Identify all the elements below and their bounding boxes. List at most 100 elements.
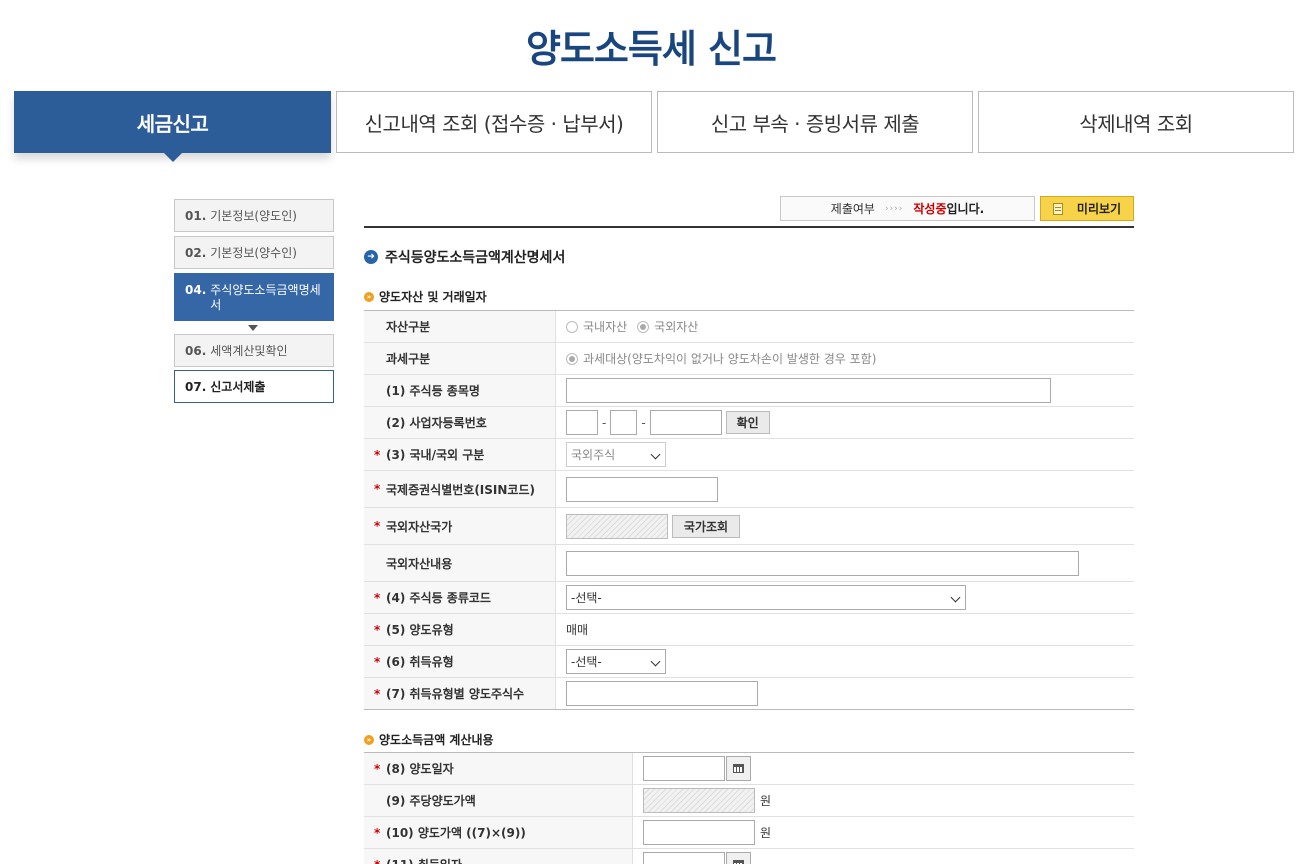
- country-input: [566, 513, 668, 539]
- row-value: [556, 545, 1134, 581]
- calc-form: * (8) 양도일자 (9) 주당양도가액 원 * (10) 양도가액 ((7)×(…: [364, 752, 1134, 864]
- submission-status: 제출여부 ›››› 작성중 입니다.: [780, 196, 1035, 221]
- row-value: [556, 375, 1134, 406]
- preview-label: 미리보기: [1076, 202, 1122, 216]
- row-label: *(11) 취득일자: [364, 849, 633, 864]
- radio-taxable[interactable]: [566, 352, 578, 365]
- row-transfer-type: * (5) 양도유형 매매: [364, 614, 1134, 646]
- row-stock-name: (1) 주식등 종목명: [364, 375, 1134, 407]
- transfer-date-input[interactable]: [643, 756, 725, 781]
- radio-label: 국외자산: [654, 320, 699, 334]
- row-tax-type: 과세구분 과세대상(양도차익이 없거나 양도차손이 발생한 경우 포함): [364, 343, 1134, 375]
- radio-label: 과세대상(양도차익이 없거나 양도차손이 발생한 경우 포함): [583, 352, 877, 366]
- row-label: * (3) 국내/국외 구분: [364, 439, 556, 470]
- dash: -: [602, 415, 607, 430]
- stock-name-input[interactable]: [566, 378, 1051, 403]
- step-label: 기본정보(양수인): [210, 246, 297, 260]
- row-content: 국외자산내용: [364, 545, 1134, 582]
- step-num: 02.: [185, 245, 207, 260]
- asset-content-input[interactable]: [566, 550, 1079, 576]
- row-value: [633, 849, 1134, 864]
- document-icon: [1052, 202, 1063, 215]
- row-acquire-type: * (6) 취득유형 -선택-: [364, 646, 1134, 678]
- stock-code-select[interactable]: -선택-: [566, 585, 966, 610]
- calendar-icon[interactable]: [726, 852, 751, 864]
- step-label: 주식양도소득금액명세서: [210, 283, 321, 312]
- domestic-select[interactable]: 국외주식: [566, 442, 666, 467]
- main-tabs: 세금신고 신고내역 조회 (접수증 · 납부서) 신고 부속 · 증빙서류 제출…: [14, 91, 1294, 162]
- step-down-arrow-icon: [248, 325, 258, 331]
- row-value: 매매: [556, 614, 1134, 645]
- chevron-circle-icon: »: [364, 291, 374, 302]
- asset-form: 자산구분 국내자산 국외자산 과세구분 과세대상(양도차익이 없거나 양도차손이…: [364, 310, 1134, 710]
- biz-no-part3-input[interactable]: [649, 410, 722, 435]
- row-label: * 국외자산국가: [364, 508, 556, 544]
- step-item-07[interactable]: 07. 신고서제출: [174, 370, 334, 403]
- radio-label: 국내자산: [583, 320, 628, 334]
- row-value: 국가조회: [556, 508, 1134, 544]
- unit-label: 원: [760, 826, 772, 840]
- radio-domestic[interactable]: [566, 320, 578, 333]
- row-value: 국외주식: [556, 439, 1134, 470]
- section-title: ➜ 주식등양도소득금액계산명세서: [364, 247, 565, 267]
- group-title-text: 양도자산 및 거래일자: [379, 290, 487, 304]
- step-num: 06.: [185, 343, 207, 358]
- row-isin: * 국제증권식별번호(ISIN코드): [364, 471, 1134, 508]
- row-qty: * (7) 취득유형별 양도주식수: [364, 678, 1134, 710]
- row-label: 국외자산내용: [364, 545, 556, 581]
- row-value: -선택-: [556, 582, 1134, 613]
- unit-price-input: [643, 788, 755, 813]
- biz-no-part2-input[interactable]: [610, 410, 638, 435]
- row-label: * (10) 양도가액 ((7)×(9)): [364, 817, 633, 848]
- acquire-type-select[interactable]: -선택-: [566, 649, 666, 674]
- tab-deleted-history[interactable]: 삭제내역 조회: [978, 91, 1294, 153]
- row-value: 원: [633, 817, 1134, 848]
- row-biz-no: (2) 사업자등록번호 - - 확인: [364, 407, 1134, 439]
- group-title-text: 양도소득금액 계산내용: [379, 733, 494, 747]
- tab-tax-report[interactable]: 세금신고: [14, 91, 331, 162]
- step-item-02[interactable]: 02. 기본정보(양수인): [174, 236, 334, 269]
- row-transfer-amount: * (10) 양도가액 ((7)×(9)) 원: [364, 817, 1134, 849]
- step-label: 신고서제출: [210, 380, 266, 394]
- row-domestic: * (3) 국내/국외 구분 국외주식: [364, 439, 1134, 471]
- page-title: 양도소득세 신고: [526, 27, 777, 71]
- row-unit-price: (9) 주당양도가액 원: [364, 785, 1134, 817]
- row-transfer-date: * (8) 양도일자: [364, 753, 1134, 785]
- tab-report-history[interactable]: 신고내역 조회 (접수증 · 납부서): [336, 91, 652, 153]
- status-suffix: 입니다.: [946, 202, 985, 216]
- row-value: [633, 753, 1134, 784]
- row-label: * (6) 취득유형: [364, 646, 556, 677]
- dash: -: [641, 415, 646, 430]
- status-state: 작성중: [913, 202, 947, 216]
- transfer-amount-input[interactable]: [643, 820, 755, 845]
- step-num: 07.: [185, 379, 207, 394]
- radio-foreign[interactable]: [637, 320, 650, 333]
- step-item-01[interactable]: 01. 기본정보(양도인): [174, 199, 334, 232]
- preview-button[interactable]: 미리보기: [1040, 196, 1134, 221]
- arrow-circle-icon: ➜: [364, 250, 378, 264]
- tab-attachments[interactable]: 신고 부속 · 증빙서류 제출: [657, 91, 973, 153]
- confirm-button[interactable]: 확인: [725, 411, 770, 434]
- biz-no-part1-input[interactable]: [566, 410, 598, 435]
- step-item-04[interactable]: 04. 주식양도소득금액명세서: [174, 273, 334, 321]
- country-search-button[interactable]: 국가조회: [672, 514, 740, 538]
- isin-input[interactable]: [566, 476, 718, 502]
- chevron-down-icon: [650, 656, 661, 667]
- step-item-06[interactable]: 06. 세액계산및확인: [174, 334, 334, 367]
- row-value: [556, 678, 1134, 709]
- row-country: * 국외자산국가 국가조회: [364, 508, 1134, 545]
- section-title-text: 주식등양도소득금액계산명세서: [385, 250, 566, 266]
- row-label: * (5) 양도유형: [364, 614, 556, 645]
- row-label: 자산구분: [364, 311, 556, 342]
- qty-input[interactable]: [566, 681, 758, 706]
- acquire-date-input[interactable]: [643, 852, 725, 864]
- group-title-asset: » 양도자산 및 거래일자: [364, 288, 487, 305]
- row-asset-type: 자산구분 국내자산 국외자산: [364, 311, 1134, 343]
- row-label: * (8) 양도일자: [364, 753, 633, 784]
- transfer-type-value: 매매: [566, 623, 589, 637]
- step-label: 기본정보(양도인): [210, 209, 297, 223]
- calendar-icon[interactable]: [726, 756, 751, 781]
- chevron-circle-icon: »: [364, 734, 374, 745]
- row-value: [556, 471, 1134, 507]
- row-value: 국내자산 국외자산: [556, 311, 1134, 342]
